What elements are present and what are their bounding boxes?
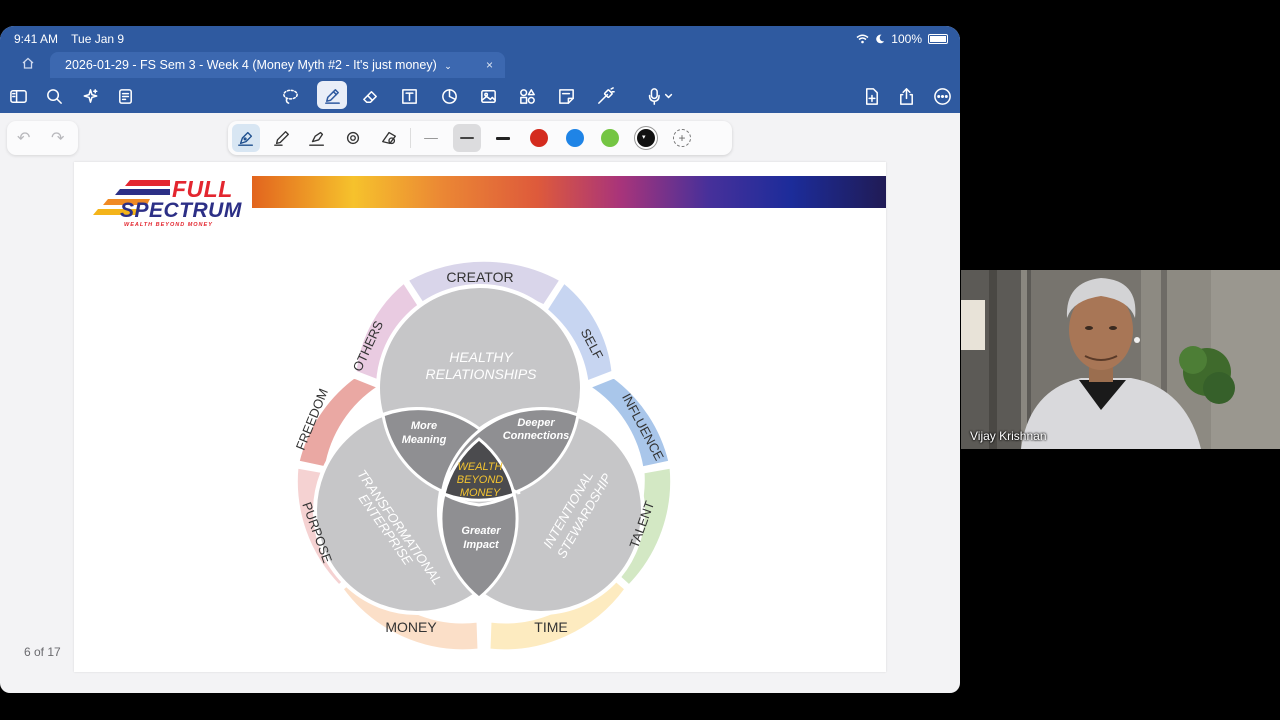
center-line1: WEALTH <box>457 461 502 473</box>
pen-tool-button[interactable] <box>317 81 347 109</box>
shape-pen-icon[interactable] <box>339 124 367 152</box>
greater-impact-line2: Impact <box>463 539 500 551</box>
sparkle-icon[interactable] <box>77 83 103 109</box>
status-time: 9:41 AM <box>14 32 59 46</box>
status-bar-right: 100% <box>856 32 948 46</box>
red-color-swatch[interactable] <box>530 129 548 147</box>
thick-stroke-option[interactable] <box>489 124 517 152</box>
participant-name: Vijay Krishnan <box>970 429 1047 443</box>
share-icon[interactable] <box>893 83 919 109</box>
black-color-swatch[interactable]: ▾ <box>637 129 655 147</box>
home-icon[interactable] <box>16 56 40 76</box>
textbox-icon[interactable] <box>396 83 422 109</box>
sticky-note-icon[interactable] <box>553 83 579 109</box>
center-line3: MONEY <box>460 487 501 499</box>
blue-color-swatch[interactable] <box>566 129 584 147</box>
lasso-icon[interactable] <box>277 83 303 109</box>
eraser-icon[interactable] <box>357 83 383 109</box>
main-toolbar <box>0 78 960 113</box>
ball-pen-icon[interactable] <box>268 124 296 152</box>
page-indicator: 6 of 17 <box>24 645 61 659</box>
label-creator: CREATOR <box>446 269 513 285</box>
battery-icon <box>928 34 948 44</box>
microphone-icon[interactable] <box>640 83 680 109</box>
green-color-swatch[interactable] <box>601 129 619 147</box>
deeper-connections-line1: Deeper <box>517 417 555 429</box>
battery-percent: 100% <box>891 32 922 46</box>
laser-pointer-icon[interactable] <box>592 83 618 109</box>
add-page-icon[interactable] <box>858 83 884 109</box>
wifi-icon <box>856 34 869 44</box>
undo-icon[interactable]: ↶ <box>17 128 30 148</box>
deeper-connections-line2: Connections <box>503 430 570 442</box>
more-meaning-line2: Meaning <box>402 434 447 446</box>
participant-video <box>961 270 1280 449</box>
title-healthy-line2: RELATIONSHIPS <box>426 366 538 382</box>
slide-page[interactable]: FULL SPECTRUM WEALTH BEYOND MONEY CREATO… <box>74 162 886 672</box>
more-icon[interactable] <box>929 83 955 109</box>
logo-text-spectrum: SPECTRUM <box>120 199 242 222</box>
elements-icon[interactable] <box>514 83 540 109</box>
document-tab-title: 2026-01-29 - FS Sem 3 - Week 4 (Money My… <box>65 58 437 72</box>
sidebar-icon[interactable] <box>5 83 31 109</box>
undo-redo-group: ↶ ↷ <box>7 121 78 155</box>
search-icon[interactable] <box>41 83 67 109</box>
header-gradient-bar <box>252 176 886 208</box>
notes-icon[interactable] <box>112 83 138 109</box>
label-time: TIME <box>534 619 567 635</box>
fountain-pen-icon[interactable] <box>232 124 260 152</box>
image-icon[interactable] <box>475 83 501 109</box>
pen-options-bar: ▾ + <box>228 121 732 155</box>
chevron-down-icon: ▾ <box>642 134 646 141</box>
highlighter-icon[interactable] <box>303 124 331 152</box>
moon-icon <box>876 34 885 44</box>
video-tile[interactable]: Vijay Krishnan <box>961 270 1280 449</box>
full-spectrum-logo: FULL SPECTRUM WEALTH BEYOND MONEY <box>90 176 250 232</box>
close-tab-icon[interactable]: × <box>486 58 493 72</box>
status-date: Tue Jan 9 <box>71 32 125 46</box>
medium-stroke-option[interactable] <box>453 124 481 152</box>
redo-icon[interactable]: ↷ <box>51 128 64 148</box>
venn-diagram: CREATOR SELF INFLUENCE TALENT TIME MONEY… <box>293 258 674 653</box>
screen: 9:41 AM Tue Jan 9 100% 2026-01-29 - FS S… <box>0 0 1280 720</box>
title-healthy-line1: HEALTHY <box>449 349 514 365</box>
center-line2: BEYOND <box>457 474 504 486</box>
add-color-button[interactable]: + <box>673 129 691 147</box>
logo-tagline: WEALTH BEYOND MONEY <box>124 222 213 228</box>
more-meaning-line1: More <box>411 420 437 432</box>
status-bar-left: 9:41 AM Tue Jan 9 <box>14 32 134 46</box>
tape-icon[interactable] <box>375 124 403 152</box>
greater-impact-line1: Greater <box>461 525 501 537</box>
chevron-down-icon[interactable]: ⌄ <box>444 61 452 71</box>
label-money: MONEY <box>385 619 437 635</box>
toolbar-divider <box>410 128 411 148</box>
ipad-app-window: 9:41 AM Tue Jan 9 100% 2026-01-29 - FS S… <box>0 26 960 693</box>
document-tab[interactable]: 2026-01-29 - FS Sem 3 - Week 4 (Money My… <box>50 52 505 78</box>
thin-stroke-option[interactable] <box>417 124 445 152</box>
shapes-icon[interactable] <box>436 83 462 109</box>
